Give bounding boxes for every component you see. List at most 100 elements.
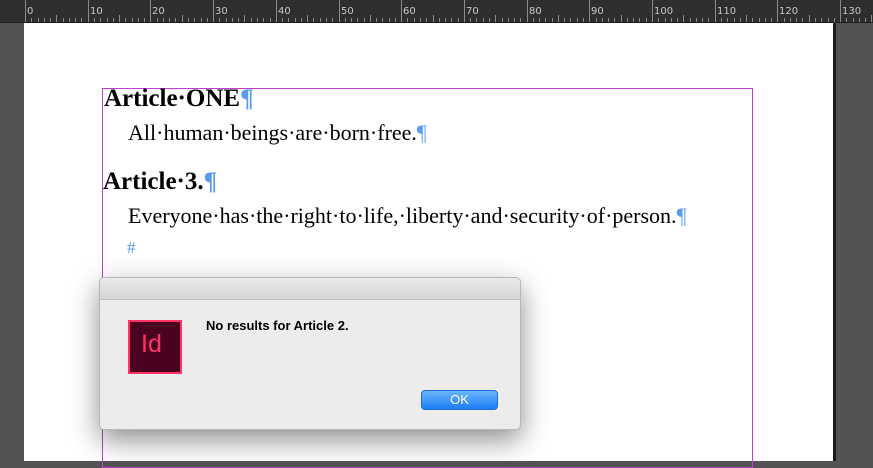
ruler-tick [395,18,396,22]
ruler-tick [639,18,640,22]
ruler-tick [433,15,434,22]
ruler-tick [796,18,797,22]
ruler-tick [276,0,277,22]
ok-button[interactable]: OK [421,390,498,410]
heading-article-3[interactable]: Article·3.¶ [103,168,217,196]
ruler-tick [677,18,678,22]
end-of-story-marker: # [127,238,136,257]
ruler-tick [527,0,528,22]
ruler-tick [840,0,841,22]
ruler-tick [752,18,753,22]
ruler-tick [828,18,829,22]
ruler-tick [426,18,427,22]
app-icon-label: Id [141,330,162,358]
ruler-tick [132,18,133,22]
ruler-tick [107,18,108,22]
ruler-tick [871,15,872,22]
ruler-tick [514,18,515,22]
ruler-tick [439,18,440,22]
ruler-label: 40 [278,6,291,17]
dialog-message: No results for Article 2. [206,318,349,333]
ruler-tick [464,0,465,22]
ruler-tick [483,18,484,22]
ruler-tick [182,15,183,22]
ruler-tick [25,0,26,22]
ruler-tick [552,18,553,22]
pasteboard-left [0,23,24,461]
ruler-tick [727,18,728,22]
ruler-tick [539,18,540,22]
ruler-tick [263,18,264,22]
body-paragraph-1[interactable]: All·human·beings·are·born·free.¶ [128,120,427,146]
horizontal-ruler: 0 10 20 30 40 50 60 70 80 90 100 110 120 130 [0,0,873,23]
ruler-tick [94,18,95,22]
body-paragraph-2[interactable]: Everyone·has·the·right·to·life,·liberty·… [128,203,687,229]
ruler-label: 10 [90,6,103,17]
ruler-tick [715,0,716,22]
ruler-tick [759,18,760,22]
pilcrow-mark: ¶ [203,168,218,195]
ruler-tick [451,18,452,22]
ruler-tick [175,18,176,22]
ruler-tick [495,15,496,22]
ruler-tick [621,15,622,22]
ruler-tick [802,18,803,22]
ruler-tick [389,18,390,22]
ruler-tick [150,0,151,22]
ruler-tick [608,18,609,22]
ruler-label: 20 [152,6,165,17]
ruler-tick [790,18,791,22]
ruler-tick [407,18,408,22]
ruler-tick [226,18,227,22]
ruler-tick [489,18,490,22]
ruler-tick [589,0,590,22]
ruler-tick [470,18,471,22]
pilcrow-mark: ¶ [416,120,427,145]
ruler-tick [696,18,697,22]
ruler-tick [683,15,684,22]
ruler-tick [721,18,722,22]
ruler-tick [238,18,239,22]
ruler-tick [357,18,358,22]
ruler-tick [169,18,170,22]
ruler-tick [502,18,503,22]
ruler-tick [815,18,816,22]
ruler-tick [370,15,371,22]
ruler-label: 80 [529,6,542,17]
ruler-tick [63,18,64,22]
ruler-tick [777,0,778,22]
ruler-tick [627,18,628,22]
ruler-tick [345,18,346,22]
ruler-tick [201,18,202,22]
ruler-tick [88,0,89,22]
ruler-tick [671,18,672,22]
ruler-tick [270,18,271,22]
alert-dialog: Id No results for Article 2. OK [99,277,521,430]
ruler-tick [69,18,70,22]
ruler-tick [326,18,327,22]
ruler-tick [232,18,233,22]
ruler-tick [809,15,810,22]
ruler-tick [614,18,615,22]
ruler-label: 70 [466,6,479,17]
ruler-tick [740,18,741,22]
ruler-tick [458,18,459,22]
ruler-tick [564,18,565,22]
ruler-tick [646,18,647,22]
ruler-tick [784,18,785,22]
ruler-tick [846,18,847,22]
ruler-tick [119,15,120,22]
ruler-label: 120 [779,6,799,17]
ruler-tick [219,18,220,22]
dialog-title-bar[interactable] [100,278,520,300]
ruler-tick [420,18,421,22]
ruler-tick [445,18,446,22]
heading-article-one[interactable]: Article·ONE¶ [104,85,254,113]
ruler-tick [244,15,245,22]
heading-2-text: Article·3. [103,168,204,195]
indesign-app-icon: Id [128,320,182,374]
pilcrow-mark: ¶ [240,85,254,112]
ruler-tick [38,18,39,22]
ruler-tick [44,18,45,22]
ruler-tick [207,18,208,22]
